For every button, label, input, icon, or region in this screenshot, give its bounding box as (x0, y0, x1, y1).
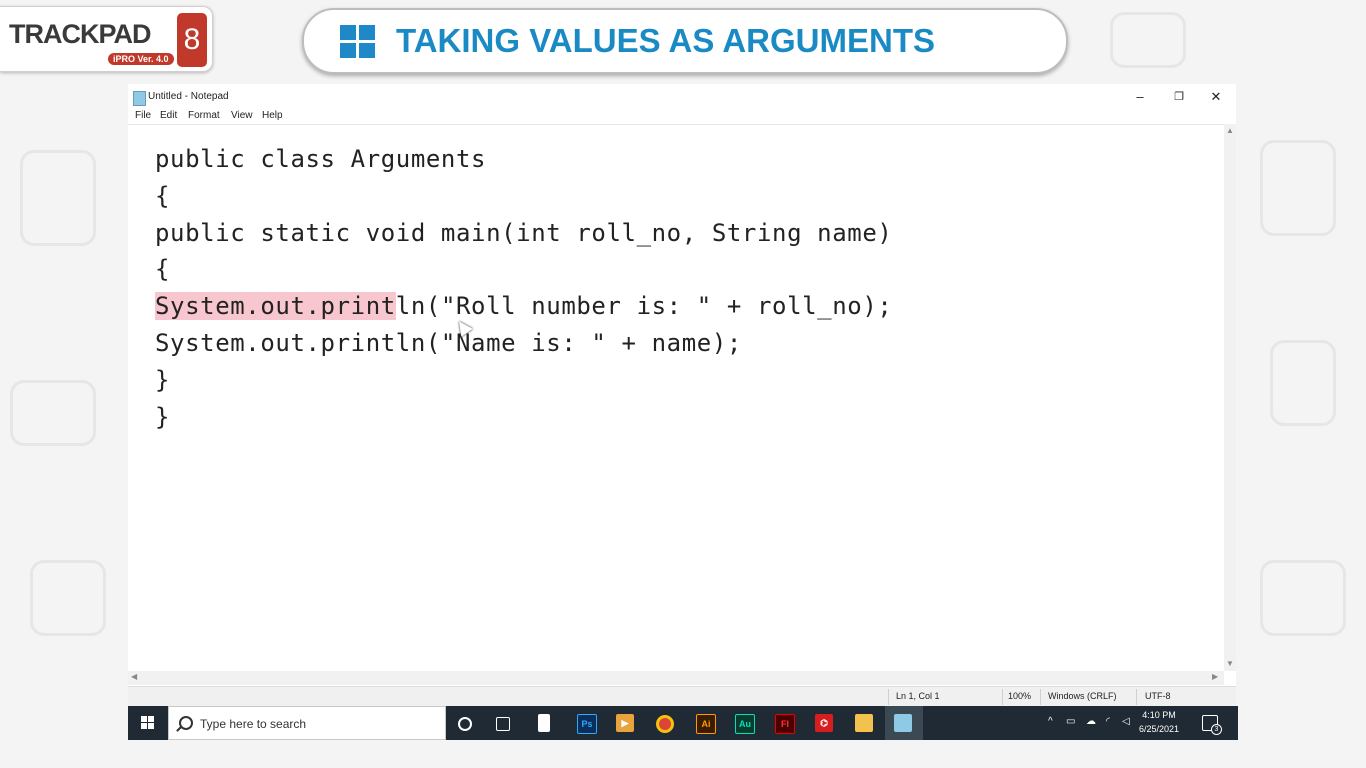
title-banner: TAKING VALUES AS ARGUMENTS (302, 8, 1068, 74)
logo-version: iPRO Ver. 4.0 (108, 53, 174, 65)
search-icon (179, 716, 193, 730)
menu-format[interactable]: Format (188, 110, 220, 121)
menu-bar: File Edit Format View Help (128, 108, 1236, 124)
selected-text: System.out.print (155, 292, 396, 320)
code-line: { (155, 255, 171, 283)
notepad-taskbar-icon[interactable] (894, 714, 912, 732)
status-divider (1136, 689, 1137, 705)
scroll-right-icon[interactable]: ▶ (1212, 672, 1218, 681)
logo-number: 8 (177, 13, 207, 67)
menu-file[interactable]: File (135, 110, 151, 121)
file-explorer-icon[interactable] (855, 714, 873, 732)
scroll-left-icon[interactable]: ◀ (131, 672, 137, 681)
illustrator-icon[interactable]: Ai (696, 714, 716, 734)
maximize-button[interactable]: ❐ (1164, 87, 1194, 107)
code-line-highlighted: System.out.println("Roll number is: " + … (155, 292, 892, 320)
code-line-rest: ln("Roll number is: " + roll_no); (395, 292, 893, 320)
title-bar[interactable]: Untitled - Notepad – ❐ ✕ (128, 84, 1236, 108)
background-doodle (10, 380, 96, 446)
clock-time: 4:10 PM (1142, 710, 1176, 720)
media-player-icon[interactable]: ▶ (616, 714, 634, 732)
background-doodle (1260, 140, 1336, 236)
minimize-button[interactable]: – (1125, 87, 1155, 107)
status-position: Ln 1, Col 1 (896, 691, 940, 701)
status-divider (1040, 689, 1041, 705)
background-doodle (20, 150, 96, 246)
notepad-icon (133, 91, 146, 106)
menu-view[interactable]: View (231, 110, 253, 121)
background-doodle (1270, 340, 1336, 426)
flash-icon[interactable]: Fl (775, 714, 795, 734)
status-divider (1002, 689, 1003, 705)
code-line: } (155, 366, 171, 394)
status-zoom: 100% (1008, 691, 1032, 701)
notepad-window: Untitled - Notepad – ❐ ✕ File Edit Forma… (128, 84, 1236, 707)
horizontal-scrollbar[interactable]: ◀ ▶ (128, 671, 1224, 685)
banner-title: TAKING VALUES AS ARGUMENTS (396, 22, 936, 59)
code-line: public static void main(int roll_no, Str… (155, 219, 893, 247)
close-button[interactable]: ✕ (1201, 87, 1231, 107)
photoshop-icon[interactable]: Ps (577, 714, 597, 734)
audition-icon[interactable]: Au (735, 714, 755, 734)
chrome-icon[interactable] (656, 715, 674, 733)
start-button[interactable] (128, 706, 168, 740)
window-title: Untitled - Notepad (148, 91, 229, 102)
notification-icon[interactable]: 3 (1202, 715, 1222, 735)
status-encoding: UTF-8 (1145, 691, 1171, 701)
menu-edit[interactable]: Edit (160, 110, 177, 121)
onedrive-icon[interactable]: ☁ (1086, 716, 1096, 727)
code-line: { (155, 182, 171, 210)
status-divider (888, 689, 889, 705)
text-editor[interactable]: public class Arguments { public static v… (128, 124, 1224, 672)
code-line: public class Arguments (155, 145, 487, 173)
background-doodle (1110, 12, 1186, 68)
code-line: System.out.println("Name is: " + name); (155, 329, 742, 357)
windows-logo-icon (340, 25, 376, 59)
logo-brand: TRACKPAD (9, 19, 151, 49)
status-bar: Ln 1, Col 1 100% Windows (CRLF) UTF-8 (128, 686, 1236, 707)
cortana-icon[interactable] (458, 717, 472, 731)
task-view-icon[interactable] (496, 717, 510, 731)
file-icon[interactable] (538, 714, 550, 732)
battery-icon[interactable]: ▭ (1066, 716, 1075, 727)
background-doodle (30, 560, 106, 636)
wifi-icon[interactable]: ◜ (1106, 716, 1110, 727)
scroll-up-icon[interactable]: ▲ (1226, 126, 1234, 135)
acrobat-icon[interactable]: ⌬ (815, 714, 833, 732)
volume-icon[interactable]: ◁ (1122, 716, 1130, 727)
search-placeholder: Type here to search (200, 717, 307, 731)
trackpad-logo: TRACKPAD iPRO Ver. 4.0 8 (0, 6, 213, 72)
vertical-scrollbar[interactable]: ▲ ▼ (1224, 124, 1236, 671)
taskbar: Type here to search Ps ▶ Ai Au Fl ⌬ ^ ▭ … (128, 706, 1238, 740)
system-clock[interactable]: 4:10 PM 6/25/2021 (1132, 708, 1186, 736)
code-line: } (155, 403, 171, 431)
show-hidden-icons-icon[interactable]: ^ (1048, 716, 1053, 727)
clock-date: 6/25/2021 (1138, 724, 1180, 734)
background-doodle (1260, 560, 1346, 636)
scroll-down-icon[interactable]: ▼ (1226, 659, 1234, 668)
notification-badge: 3 (1211, 724, 1222, 735)
taskbar-search-box[interactable]: Type here to search (168, 706, 446, 740)
status-line-ending: Windows (CRLF) (1048, 691, 1117, 701)
menu-help[interactable]: Help (262, 110, 283, 121)
